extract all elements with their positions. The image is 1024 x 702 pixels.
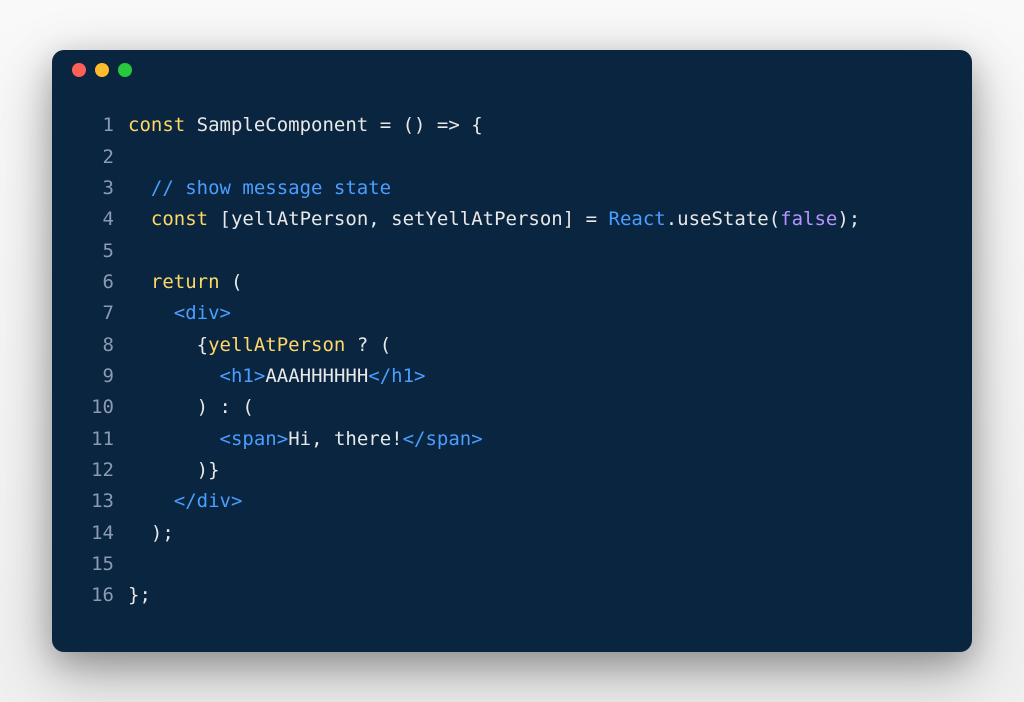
code-window: 1 const SampleComponent = () => { 2 3 //… [52,50,972,652]
line-number: 6 [82,267,114,298]
close-icon[interactable] [72,63,86,77]
minimize-icon[interactable] [95,63,109,77]
line-number: 1 [82,110,114,141]
line-number: 16 [82,580,114,611]
code-line: 5 [82,236,942,267]
code-line: 4 const [yellAtPerson, setYellAtPerson] … [82,204,942,235]
line-number: 14 [82,518,114,549]
code-line: 14 ); [82,518,942,549]
line-content: </div> [128,486,242,517]
line-number: 7 [82,298,114,329]
line-number: 10 [82,392,114,423]
line-number: 11 [82,424,114,455]
line-content: return ( [128,267,242,298]
line-content: const SampleComponent = () => { [128,110,483,141]
code-line: 11 <span>Hi, there!</span> [82,424,942,455]
line-content: const [yellAtPerson, setYellAtPerson] = … [128,204,860,235]
code-line: 1 const SampleComponent = () => { [82,110,942,141]
line-number: 3 [82,173,114,204]
line-number: 15 [82,549,114,580]
line-number: 12 [82,455,114,486]
code-line: 16 }; [82,580,942,611]
code-line: 7 <div> [82,298,942,329]
code-line: 9 <h1>AAAHHHHHH</h1> [82,361,942,392]
code-line: 8 {yellAtPerson ? ( [82,330,942,361]
window-titlebar [52,50,972,90]
line-content: {yellAtPerson ? ( [128,330,391,361]
code-line: 13 </div> [82,486,942,517]
line-number: 13 [82,486,114,517]
line-content: <div> [128,298,231,329]
line-number: 8 [82,330,114,361]
line-content: <span>Hi, there!</span> [128,424,483,455]
line-number: 4 [82,204,114,235]
line-content: ); [128,518,174,549]
line-number: 9 [82,361,114,392]
code-line: 10 ) : ( [82,392,942,423]
code-line: 12 )} [82,455,942,486]
line-number: 5 [82,236,114,267]
line-content: // show message state [128,173,391,204]
code-line: 15 [82,549,942,580]
maximize-icon[interactable] [118,63,132,77]
line-number: 2 [82,142,114,173]
code-line: 2 [82,142,942,173]
line-content: )} [128,455,220,486]
line-content: }; [128,580,151,611]
line-content: <h1>AAAHHHHHH</h1> [128,361,426,392]
code-line: 6 return ( [82,267,942,298]
code-line: 3 // show message state [82,173,942,204]
line-content: ) : ( [128,392,254,423]
code-editor[interactable]: 1 const SampleComponent = () => { 2 3 //… [52,90,972,652]
